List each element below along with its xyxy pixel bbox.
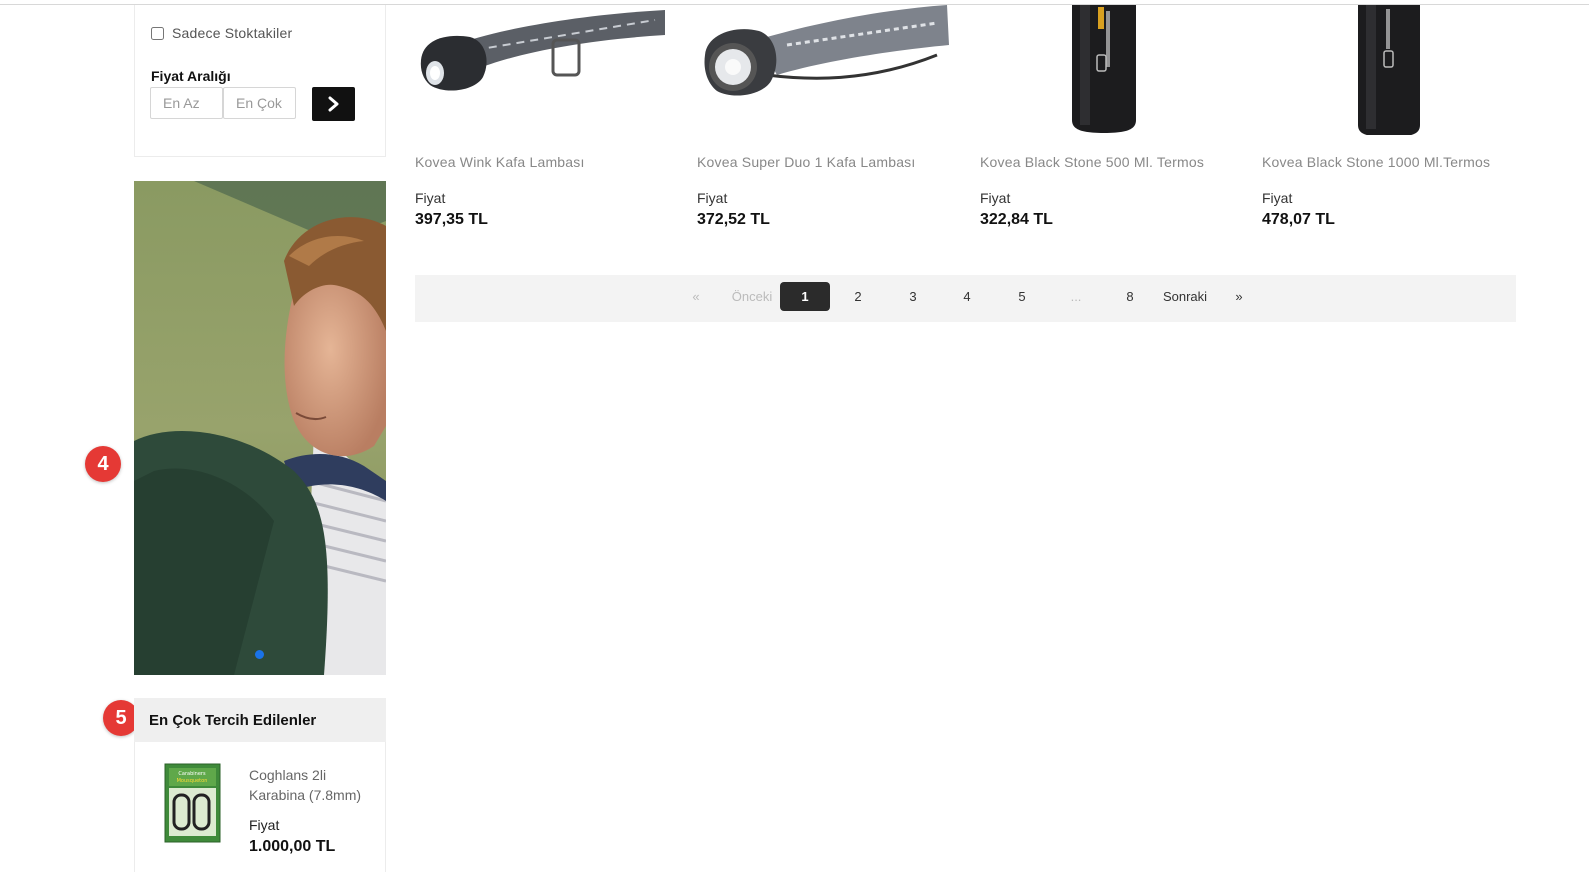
popular-item-price: 1.000,00 TL — [249, 838, 336, 855]
pagination-ellipsis: ... — [1070, 289, 1082, 304]
price-range-title: Fiyat Aralığı — [151, 68, 231, 84]
product-price-label: Fiyat — [980, 190, 1011, 206]
carabiner-package-icon[interactable]: Carabiners Mousqueton — [164, 763, 221, 843]
in-stock-checkbox[interactable] — [151, 26, 164, 40]
price-max-input[interactable] — [223, 87, 296, 119]
popular-section-title: En Çok Tercih Edilenler — [134, 698, 386, 742]
product-price-label: Fiyat — [697, 190, 728, 206]
popular-list: Carabiners Mousqueton Coghlans 2li Karab… — [134, 742, 386, 872]
popular-item-name[interactable]: Coghlans 2li Karabina (7.8mm) — [249, 765, 377, 805]
pagination-page-5[interactable]: 5 — [1009, 282, 1035, 311]
chevron-right-icon — [328, 96, 338, 112]
product-price-label: Fiyat — [415, 190, 446, 206]
headlamp-icon — [420, 10, 665, 91]
headlamp-icon — [704, 5, 949, 96]
banner-photo — [134, 181, 386, 675]
product-name[interactable]: Kovea Wink Kafa Lambası — [415, 154, 585, 170]
svg-text:Mousqueton: Mousqueton — [177, 778, 208, 784]
price-min-input[interactable] — [150, 87, 223, 119]
popular-item-price-label: Fiyat — [249, 817, 280, 833]
pagination-first[interactable]: « — [687, 282, 705, 311]
product-price: 322,84 TL — [980, 211, 1053, 228]
product-card[interactable]: Kovea Wink Kafa Lambası Fiyat 397,35 TL — [415, 5, 685, 245]
pagination-next[interactable]: Sonraki — [1159, 282, 1211, 311]
pagination-page-4[interactable]: 4 — [954, 282, 980, 311]
product-card[interactable]: Kovea Super Duo 1 Kafa Lambası Fiyat 372… — [697, 5, 967, 245]
svg-text:Carabiners: Carabiners — [178, 771, 206, 777]
pagination-last[interactable]: » — [1230, 282, 1248, 311]
thermos-icon — [1358, 5, 1420, 135]
product-name[interactable]: Kovea Black Stone 500 Ml. Termos — [980, 154, 1204, 170]
product-price: 397,35 TL — [415, 211, 488, 228]
product-card[interactable]: Kovea Black Stone 500 Ml. Termos Fiyat 3… — [980, 5, 1250, 245]
product-price-label: Fiyat — [1262, 190, 1293, 206]
filter-panel: Sadece Stoktakiler Fiyat Aralığı — [134, 5, 386, 157]
pagination-page-3[interactable]: 3 — [900, 282, 926, 311]
pagination-page-8[interactable]: 8 — [1117, 282, 1143, 311]
price-apply-button[interactable] — [312, 87, 355, 121]
thermos-icon — [1072, 5, 1136, 133]
product-name[interactable]: Kovea Super Duo 1 Kafa Lambası — [697, 154, 915, 170]
slider-dot-active[interactable] — [255, 650, 264, 659]
product-name[interactable]: Kovea Black Stone 1000 Ml.Termos — [1262, 154, 1490, 170]
marker-badge-4: 4 — [85, 446, 121, 482]
product-price: 372,52 TL — [697, 211, 770, 228]
in-stock-label: Sadece Stoktakiler — [172, 25, 293, 41]
in-stock-filter[interactable]: Sadece Stoktakiler — [151, 25, 292, 41]
product-price: 478,07 TL — [1262, 211, 1335, 228]
pagination: « Önceki 1 2 3 4 5 ... 8 Sonraki » — [415, 275, 1516, 322]
pagination-prev[interactable]: Önceki — [723, 282, 781, 311]
pagination-page-1[interactable]: 1 — [780, 282, 830, 311]
product-card[interactable]: Kovea Black Stone 1000 Ml.Termos Fiyat 4… — [1262, 5, 1532, 245]
pagination-page-2[interactable]: 2 — [845, 282, 871, 311]
promo-banner[interactable] — [134, 181, 386, 675]
